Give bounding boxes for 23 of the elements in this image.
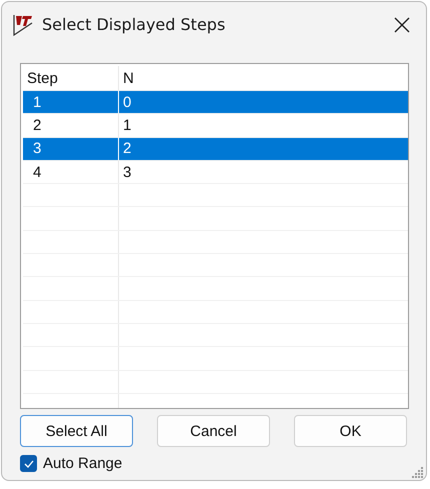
checkmark-icon (24, 460, 34, 468)
close-icon[interactable] (394, 16, 410, 32)
table-row[interactable]: 1 0 (23, 91, 408, 114)
dialog-button[interactable]: OK (294, 415, 407, 447)
checkbox-label[interactable]: Auto Range (43, 455, 122, 472)
app-logo-icon (12, 12, 34, 36)
table-cell: 4 (23, 160, 119, 184)
column-header[interactable]: N (119, 66, 408, 90)
table-cell: 3 (23, 138, 119, 160)
table-cell-text: 1 (122, 116, 132, 136)
table-cell-text: 3 (122, 162, 132, 183)
table-row[interactable]: 4 3 (23, 160, 408, 184)
table-cell: 2 (23, 114, 119, 137)
window-title: Select Displayed Steps (42, 15, 226, 34)
resize-grip-icon[interactable] (412, 466, 424, 478)
table-cell-text: 2 (122, 139, 132, 160)
column-header[interactable]: Step (23, 66, 119, 90)
dialog-button[interactable]: Cancel (157, 415, 270, 447)
checkbox[interactable] (20, 455, 37, 472)
table-row[interactable]: 3 2 (23, 138, 408, 161)
dialog-button[interactable]: Select All (20, 415, 133, 447)
table-cell: 1 (23, 91, 119, 114)
table-cell-text: 0 (122, 92, 132, 113)
